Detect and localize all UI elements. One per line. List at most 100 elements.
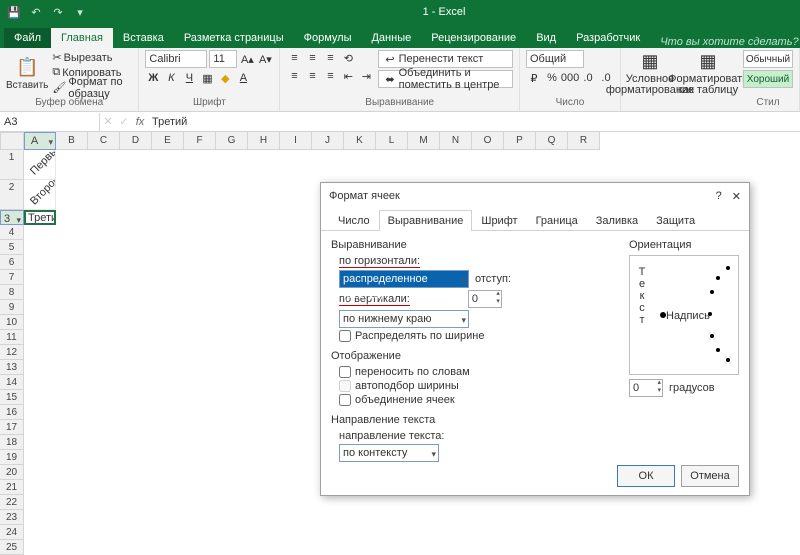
row-header-7[interactable]: 7 xyxy=(0,270,24,285)
row-header-5[interactable]: 5 xyxy=(0,240,24,255)
shrink-font-icon[interactable]: A▾ xyxy=(257,51,273,67)
row-header-8[interactable]: 8 xyxy=(0,285,24,300)
row-header-12[interactable]: 12 xyxy=(0,345,24,360)
col-header-B[interactable]: B xyxy=(56,132,88,150)
orientation-box[interactable]: Текст Надпись xyxy=(629,255,739,375)
tab-data[interactable]: Данные xyxy=(361,28,421,48)
bold-button[interactable]: Ж xyxy=(145,70,161,86)
col-header-N[interactable]: N xyxy=(440,132,472,150)
row-header-19[interactable]: 19 xyxy=(0,450,24,465)
degrees-spinner[interactable]: 0 xyxy=(629,379,663,397)
vertical-select[interactable]: по нижнему краю xyxy=(339,310,469,328)
row-header-14[interactable]: 14 xyxy=(0,375,24,390)
indent-inc-icon[interactable]: ⇥ xyxy=(358,68,374,84)
row-header-11[interactable]: 11 xyxy=(0,330,24,345)
cell-a1[interactable]: Первый xyxy=(24,150,56,180)
row-header-1[interactable]: 1 xyxy=(0,150,24,180)
cancel-icon[interactable]: ✕ xyxy=(100,114,116,130)
cell-a2[interactable]: Второй xyxy=(24,180,56,210)
style-normal[interactable]: Обычный xyxy=(743,50,793,68)
col-header-G[interactable]: G xyxy=(216,132,248,150)
tab-layout[interactable]: Разметка страницы xyxy=(174,28,294,48)
name-box[interactable]: A3 xyxy=(0,113,100,131)
col-header-C[interactable]: C xyxy=(88,132,120,150)
row-header-16[interactable]: 16 xyxy=(0,405,24,420)
tell-me[interactable]: Что вы хотите сделать? xyxy=(650,36,798,48)
tab-view[interactable]: Вид xyxy=(526,28,566,48)
dialog-titlebar[interactable]: Формат ячеек ? ✕ xyxy=(321,183,749,209)
cell-a3-selected[interactable]: Третий xyxy=(24,210,56,225)
paste-button[interactable]: 📋 Вставить xyxy=(6,50,48,96)
fx-icon[interactable]: fx xyxy=(132,116,148,128)
dec-inc-icon[interactable]: .0 xyxy=(580,70,596,86)
row-header-17[interactable]: 17 xyxy=(0,420,24,435)
border-button[interactable]: ▦ xyxy=(199,70,215,86)
font-name-combo[interactable]: Calibri xyxy=(145,50,207,68)
merge-center-button[interactable]: ⬌Объединить и поместить в центре xyxy=(378,70,513,88)
col-header-A[interactable]: A xyxy=(24,132,56,150)
formula-input[interactable]: Третий xyxy=(148,116,800,128)
font-color-button[interactable]: A xyxy=(235,70,251,86)
cond-format-button[interactable]: ▦ Условноеформатирование xyxy=(627,50,673,96)
row-header-24[interactable]: 24 xyxy=(0,525,24,540)
redo-icon[interactable]: ↷ xyxy=(50,4,66,20)
currency-icon[interactable]: ₽ xyxy=(526,70,542,86)
dlg-tab-border[interactable]: Граница xyxy=(527,210,587,231)
italic-button[interactable]: К xyxy=(163,70,179,86)
tab-formulas[interactable]: Формулы xyxy=(294,28,362,48)
tab-file[interactable]: Файл xyxy=(4,28,51,48)
row-header-21[interactable]: 21 xyxy=(0,480,24,495)
dialog-help-icon[interactable]: ? xyxy=(716,190,722,203)
row-header-20[interactable]: 20 xyxy=(0,465,24,480)
col-header-K[interactable]: K xyxy=(344,132,376,150)
indent-dec-icon[interactable]: ⇤ xyxy=(340,68,356,84)
row-header-15[interactable]: 15 xyxy=(0,390,24,405)
align-left-icon[interactable]: ≡ xyxy=(286,68,302,84)
row-header-22[interactable]: 22 xyxy=(0,495,24,510)
col-header-M[interactable]: M xyxy=(408,132,440,150)
row-header-10[interactable]: 10 xyxy=(0,315,24,330)
col-header-P[interactable]: P xyxy=(504,132,536,150)
align-center-icon[interactable]: ≡ xyxy=(304,68,320,84)
save-icon[interactable]: 💾 xyxy=(6,4,22,20)
tab-home[interactable]: Главная xyxy=(51,28,113,48)
percent-icon[interactable]: % xyxy=(544,70,560,86)
dlg-tab-number[interactable]: Число xyxy=(329,210,379,231)
col-header-I[interactable]: I xyxy=(280,132,312,150)
row-header-23[interactable]: 23 xyxy=(0,510,24,525)
col-header-L[interactable]: L xyxy=(376,132,408,150)
tab-review[interactable]: Рецензирование xyxy=(421,28,526,48)
col-header-Q[interactable]: Q xyxy=(536,132,568,150)
tab-developer[interactable]: Разработчик xyxy=(566,28,650,48)
orientation-handle[interactable] xyxy=(660,312,666,318)
cancel-button[interactable]: Отмена xyxy=(681,465,739,487)
dlg-tab-alignment[interactable]: Выравнивание xyxy=(379,210,473,231)
format-table-button[interactable]: ▦ Форматироватькак таблицу xyxy=(685,50,731,96)
col-header-E[interactable]: E xyxy=(152,132,184,150)
orientation-icon[interactable]: ⟲ xyxy=(340,50,356,66)
align-bottom-icon[interactable]: ≡ xyxy=(322,50,338,66)
row-header-9[interactable]: 9 xyxy=(0,300,24,315)
comma-icon[interactable]: 000 xyxy=(562,70,578,86)
number-format-combo[interactable]: Общий xyxy=(526,50,584,68)
dlg-tab-fill[interactable]: Заливка xyxy=(587,210,647,231)
select-all-corner[interactable] xyxy=(0,132,24,150)
row-header-3[interactable]: 3 xyxy=(0,210,24,225)
row-header-25[interactable]: 25 xyxy=(0,540,24,555)
dlg-tab-font[interactable]: Шрифт xyxy=(472,210,526,231)
wrap-text-button[interactable]: ↩Перенести текст xyxy=(378,50,513,68)
align-right-icon[interactable]: ≡ xyxy=(322,68,338,84)
underline-button[interactable]: Ч xyxy=(181,70,197,86)
row-header-13[interactable]: 13 xyxy=(0,360,24,375)
cut-button[interactable]: ✂Вырезать xyxy=(52,50,132,65)
font-size-combo[interactable]: 11 xyxy=(209,50,237,68)
col-header-F[interactable]: F xyxy=(184,132,216,150)
chk-wrap[interactable]: переносить по словам xyxy=(339,366,619,378)
col-header-D[interactable]: D xyxy=(120,132,152,150)
enter-icon[interactable]: ✓ xyxy=(116,114,132,130)
align-middle-icon[interactable]: ≡ xyxy=(304,50,320,66)
col-header-J[interactable]: J xyxy=(312,132,344,150)
col-header-H[interactable]: H xyxy=(248,132,280,150)
align-top-icon[interactable]: ≡ xyxy=(286,50,302,66)
col-header-R[interactable]: R xyxy=(568,132,600,150)
